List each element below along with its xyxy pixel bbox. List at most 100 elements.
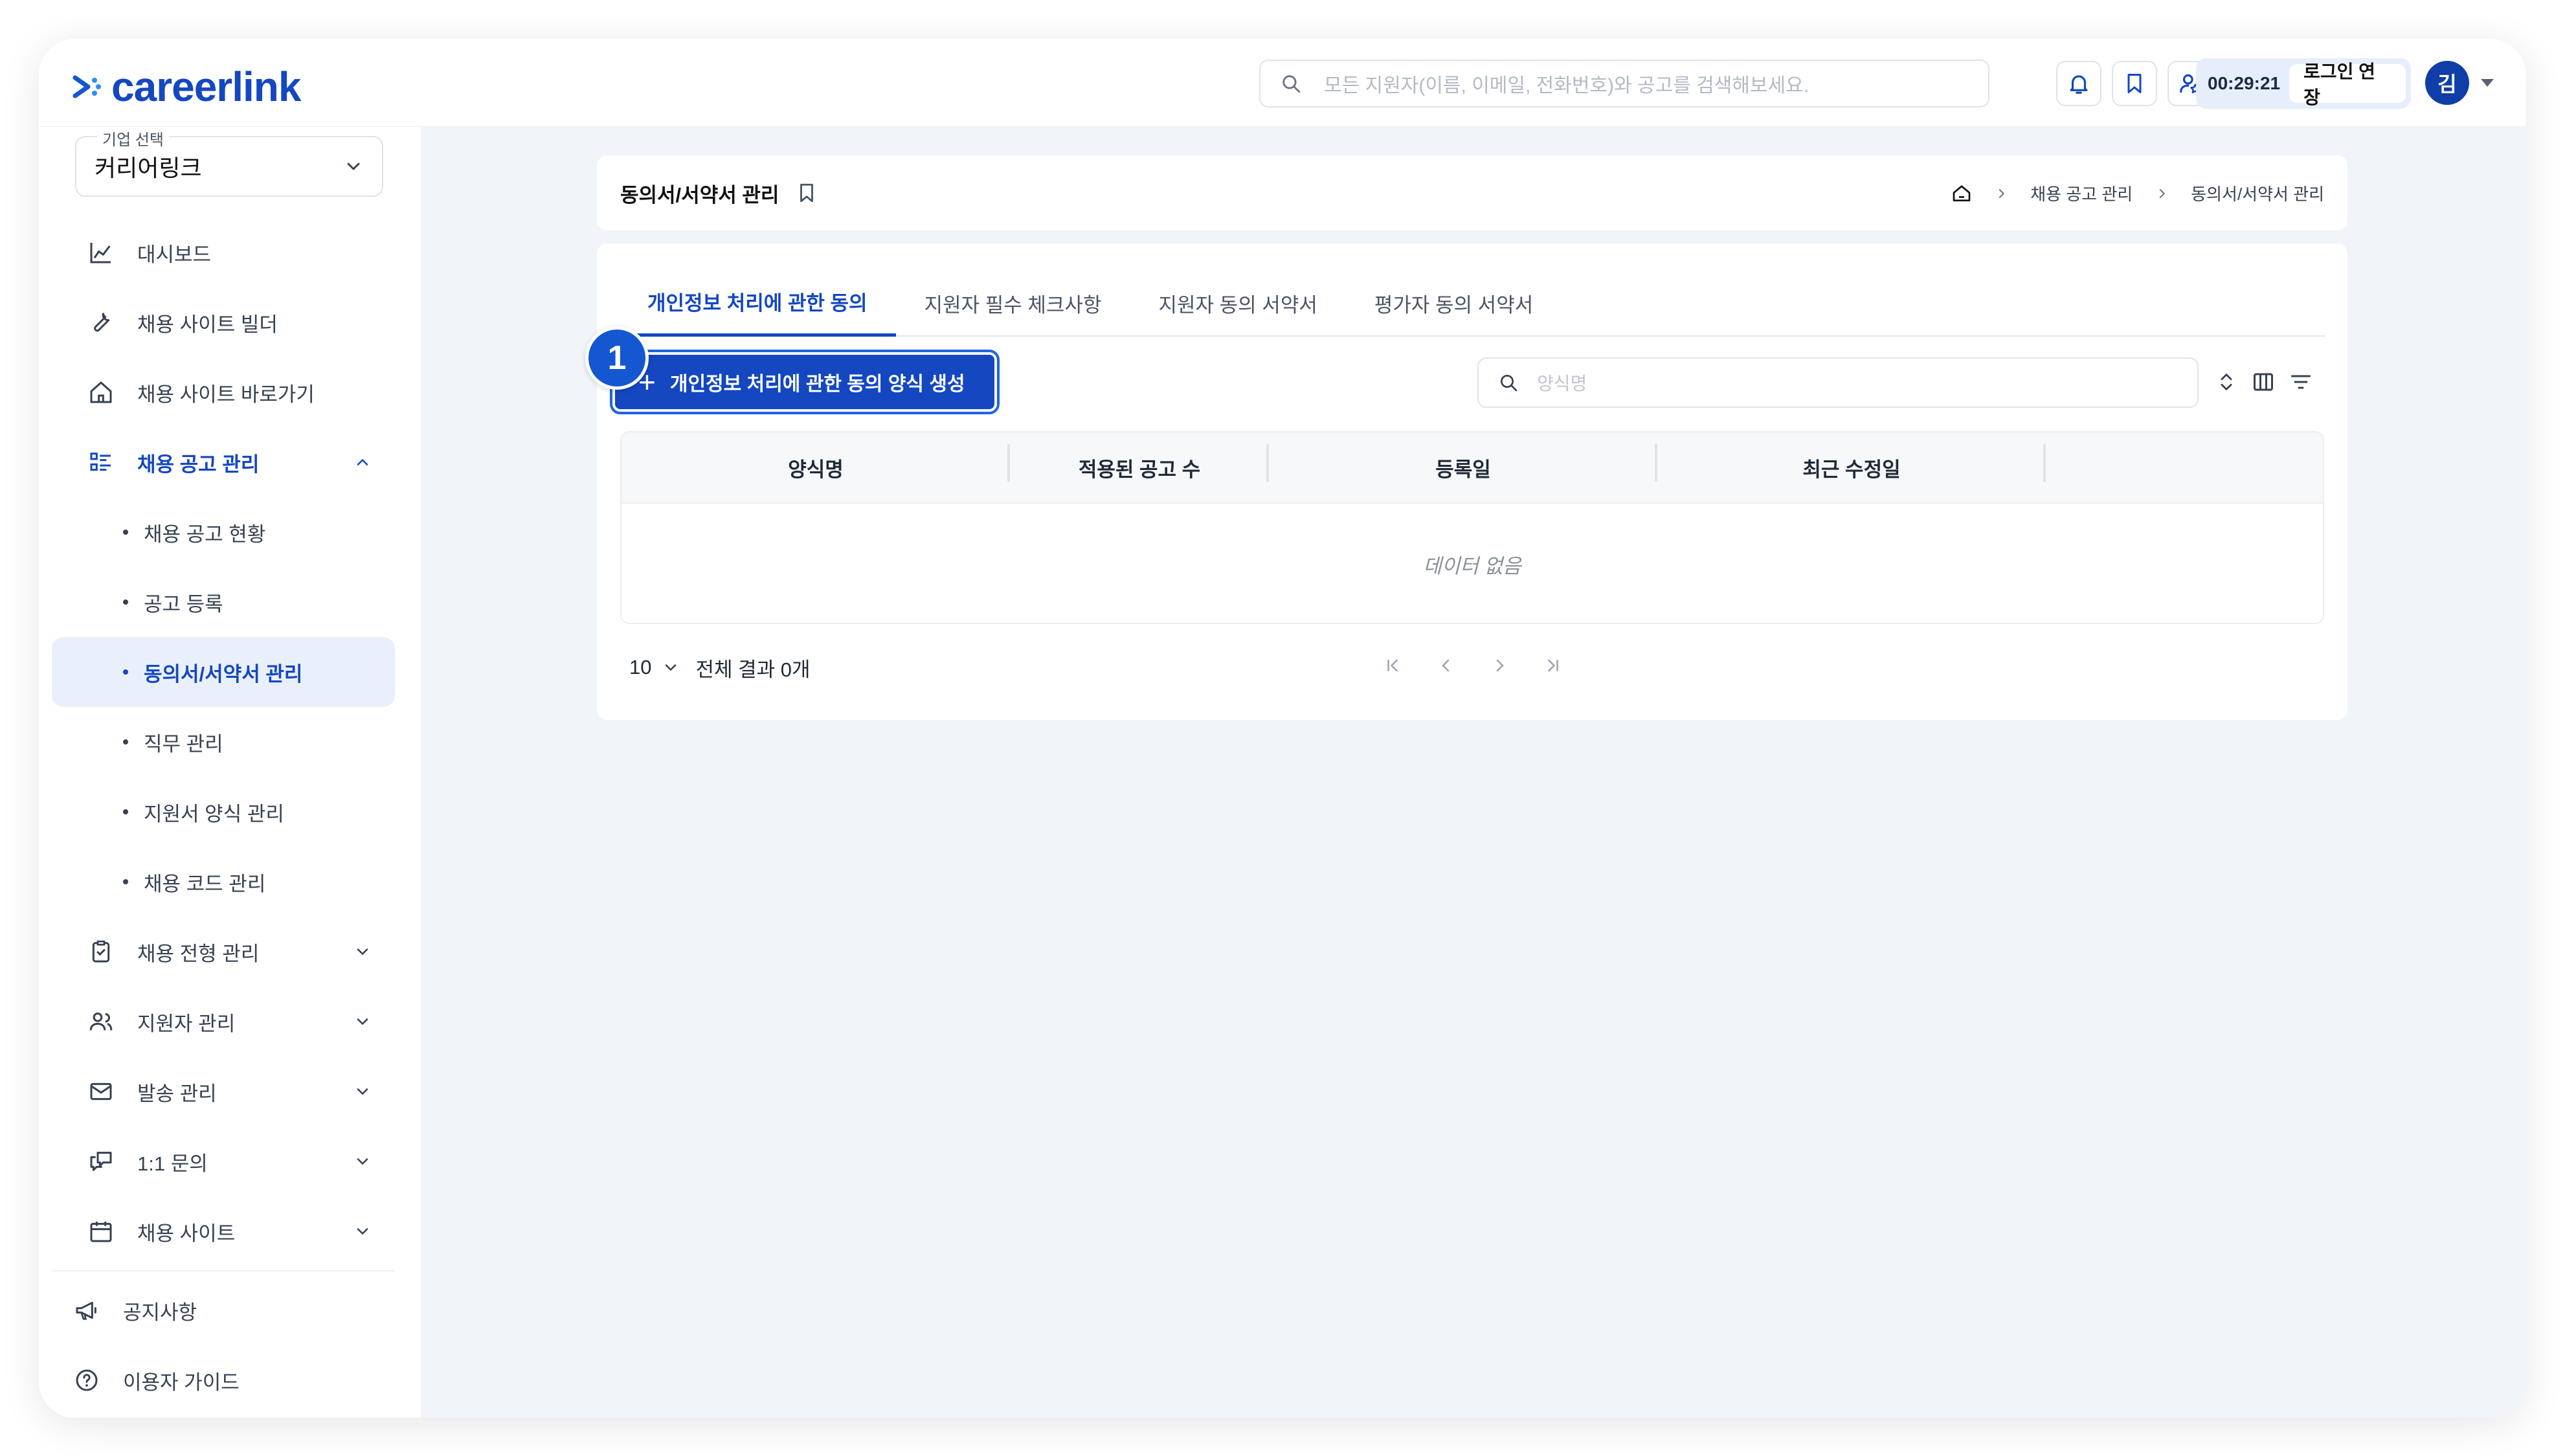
chat-icon bbox=[90, 1152, 112, 1171]
page-navigation bbox=[1383, 656, 1562, 675]
create-form-button[interactable]: + 개인정보 처리에 관한 동의 양식 생성 bbox=[610, 350, 1000, 414]
sidebar-subitem-job-duty[interactable]: 직무 관리 bbox=[52, 707, 395, 777]
company-select-value: 커리어링크 bbox=[95, 155, 202, 181]
global-search-input[interactable]: 모든 지원자(이름, 이메일, 전화번호)와 공고를 검색해보세요. bbox=[1259, 60, 1989, 107]
chevron-right-icon bbox=[1999, 188, 2005, 198]
sidebar-subitem-posting-register[interactable]: 공고 등록 bbox=[52, 567, 395, 637]
first-page-icon[interactable] bbox=[1383, 656, 1403, 675]
users-icon bbox=[89, 1013, 113, 1031]
pagination: 10 전체 결과 0개 bbox=[629, 648, 2313, 687]
column-header-form-name[interactable]: 양식명 bbox=[622, 443, 1010, 482]
sidebar-item-recruit-site[interactable]: 채용 사이트 bbox=[52, 1196, 395, 1266]
sidebar-item-user-guide[interactable]: 이용자 가이드 bbox=[52, 1345, 395, 1415]
prev-page-icon[interactable] bbox=[1437, 656, 1456, 675]
main-content: 동의서/서약서 관리 채용 공고 관리 동의서/서약서 관리 개인정보 처리에 … bbox=[421, 127, 2526, 1418]
clipboard-icon bbox=[92, 940, 110, 963]
sidebar-item-label: 채용 사이트 bbox=[137, 1222, 236, 1245]
table-header: 양식명 적용된 공고 수 등록일 최근 수정일 bbox=[622, 432, 2323, 504]
chevron-down-icon bbox=[357, 1158, 368, 1165]
page-title: 동의서/서약서 관리 bbox=[620, 183, 779, 207]
notifications-button[interactable] bbox=[2056, 61, 2101, 106]
form-name-search-input[interactable]: 양식명 bbox=[1477, 357, 2199, 408]
search-placeholder: 모든 지원자(이름, 이메일, 전화번호)와 공고를 검색해보세요. bbox=[1324, 75, 1809, 96]
page-title-bar: 동의서/서약서 관리 채용 공고 관리 동의서/서약서 관리 bbox=[597, 155, 2347, 230]
chevron-up-icon bbox=[357, 459, 368, 465]
sidebar-subitem-application-form[interactable]: 지원서 양식 관리 bbox=[52, 777, 395, 847]
breadcrumb: 채용 공고 관리 동의서/서약서 관리 bbox=[1951, 181, 2324, 205]
user-avatar[interactable]: 김 bbox=[2425, 61, 2469, 105]
next-page-icon[interactable] bbox=[1490, 656, 1509, 675]
create-form-button-label: 개인정보 처리에 관한 동의 양식 생성 bbox=[669, 374, 965, 395]
chevron-down-icon bbox=[357, 948, 368, 955]
account-menu-caret-icon[interactable] bbox=[2481, 79, 2494, 87]
bullet bbox=[123, 530, 128, 535]
bookmark-icon bbox=[2127, 74, 2142, 93]
home-icon[interactable] bbox=[1951, 183, 1972, 204]
sidebar-item-label: 발송 관리 bbox=[137, 1082, 217, 1105]
sidebar-item-applicants[interactable]: 지원자 관리 bbox=[52, 987, 395, 1057]
sidebar-item-inquiry[interactable]: 1:1 문의 bbox=[52, 1126, 395, 1196]
column-header-registered-date[interactable]: 등록일 bbox=[1269, 443, 1657, 482]
column-header-applied-count[interactable]: 적용된 공고 수 bbox=[1010, 443, 1269, 482]
tab-applicant-checklist[interactable]: 지원자 필수 체크사항 bbox=[896, 269, 1130, 337]
step-badge: 1 bbox=[585, 326, 649, 390]
sidebar-item-label: 대시보드 bbox=[137, 243, 212, 266]
sidebar-subitem-label: 채용 코드 관리 bbox=[144, 872, 266, 895]
tab-privacy-consent[interactable]: 개인정보 처리에 관한 동의 bbox=[619, 269, 896, 337]
help-icon bbox=[76, 1369, 98, 1391]
sidebar-subitem-consent-management[interactable]: 동의서/서약서 관리 bbox=[52, 637, 395, 707]
sidebar-item-label: 1:1 문의 bbox=[137, 1152, 208, 1175]
sort-icon[interactable] bbox=[2215, 371, 2237, 393]
bullet bbox=[123, 599, 128, 605]
tab-evaluator-pledge[interactable]: 평가자 동의 서약서 bbox=[1346, 269, 1562, 337]
table-empty-state: 데이터 없음 bbox=[1423, 554, 1521, 577]
sidebar-subitem-label: 직무 관리 bbox=[144, 732, 223, 756]
sidebar-item-label: 채용 전형 관리 bbox=[137, 942, 260, 965]
sidebar-item-label: 지원자 관리 bbox=[137, 1012, 236, 1035]
sidebar-item-label: 이용자 가이드 bbox=[123, 1371, 240, 1394]
table-tools bbox=[2215, 370, 2313, 394]
bullet bbox=[123, 879, 128, 884]
megaphone-icon bbox=[76, 1301, 96, 1320]
bookmark-icon[interactable] bbox=[796, 182, 818, 204]
list-icon bbox=[90, 453, 111, 471]
page-size-select[interactable]: 10 bbox=[629, 656, 680, 679]
calendar-icon bbox=[90, 1222, 112, 1242]
app-window: careerlink 모든 지원자(이름, 이메일, 전화번호)와 공고를 검색… bbox=[39, 39, 2526, 1418]
tab-applicant-pledge[interactable]: 지원자 동의 서약서 bbox=[1130, 269, 1345, 337]
mail-icon bbox=[90, 1082, 112, 1101]
sidebar-item-label: 채용 사이트 빌더 bbox=[137, 313, 278, 336]
chart-icon bbox=[90, 243, 111, 263]
column-header-last-modified[interactable]: 최근 수정일 bbox=[1657, 443, 2046, 482]
careerlink-logo[interactable]: careerlink bbox=[71, 66, 301, 107]
search-icon bbox=[1282, 75, 1301, 93]
breadcrumb-item[interactable]: 채용 공고 관리 bbox=[2030, 181, 2133, 205]
session-time: 00:29:21 bbox=[2208, 73, 2281, 93]
filter-icon[interactable] bbox=[2289, 370, 2313, 394]
sidebar-nav: 대시보드 채용 사이트 빌더 채용 사이트 바로가기 채용 공고 관리 채용 공… bbox=[52, 218, 395, 1415]
columns-icon[interactable] bbox=[2252, 370, 2275, 394]
sidebar-subitem-label: 공고 등록 bbox=[144, 592, 223, 616]
bookmarks-button[interactable] bbox=[2112, 61, 2157, 106]
chevron-down-icon bbox=[347, 162, 360, 170]
chevron-down-icon bbox=[357, 1228, 368, 1235]
total-results: 전체 결과 0개 bbox=[695, 658, 811, 681]
sidebar-subitem-label: 지원서 양식 관리 bbox=[144, 802, 284, 825]
sidebar-item-screening[interactable]: 채용 전형 관리 bbox=[52, 917, 395, 987]
sidebar-item-notice[interactable]: 공지사항 bbox=[52, 1275, 395, 1345]
consent-forms-table: 양식명 적용된 공고 수 등록일 최근 수정일 데이터 없음 bbox=[620, 431, 2324, 624]
sidebar: 기업 선택 커리어링크 대시보드 채용 사이트 빌더 채용 사이트 바로가기 채… bbox=[39, 127, 421, 1418]
consent-panel: 개인정보 처리에 관한 동의 지원자 필수 체크사항 지원자 동의 서약서 평가… bbox=[585, 243, 2347, 720]
top-header: careerlink 모든 지원자(이름, 이메일, 전화번호)와 공고를 검색… bbox=[39, 39, 2526, 127]
sidebar-item-site-builder[interactable]: 채용 사이트 빌더 bbox=[52, 287, 395, 357]
sidebar-item-delivery[interactable]: 발송 관리 bbox=[52, 1057, 395, 1126]
home-icon bbox=[90, 381, 112, 403]
chevron-down-icon bbox=[666, 664, 677, 671]
sidebar-item-dashboard[interactable]: 대시보드 bbox=[52, 218, 395, 287]
sidebar-item-site-shortcut[interactable]: 채용 사이트 바로가기 bbox=[52, 357, 395, 427]
sidebar-subitem-posting-status[interactable]: 채용 공고 현황 bbox=[52, 497, 395, 567]
extend-login-button[interactable]: 로그인 연장 bbox=[2289, 62, 2406, 107]
sidebar-item-job-posting[interactable]: 채용 공고 관리 bbox=[52, 427, 395, 497]
sidebar-subitem-recruit-code[interactable]: 채용 코드 관리 bbox=[52, 847, 395, 917]
last-page-icon[interactable] bbox=[1543, 656, 1562, 675]
